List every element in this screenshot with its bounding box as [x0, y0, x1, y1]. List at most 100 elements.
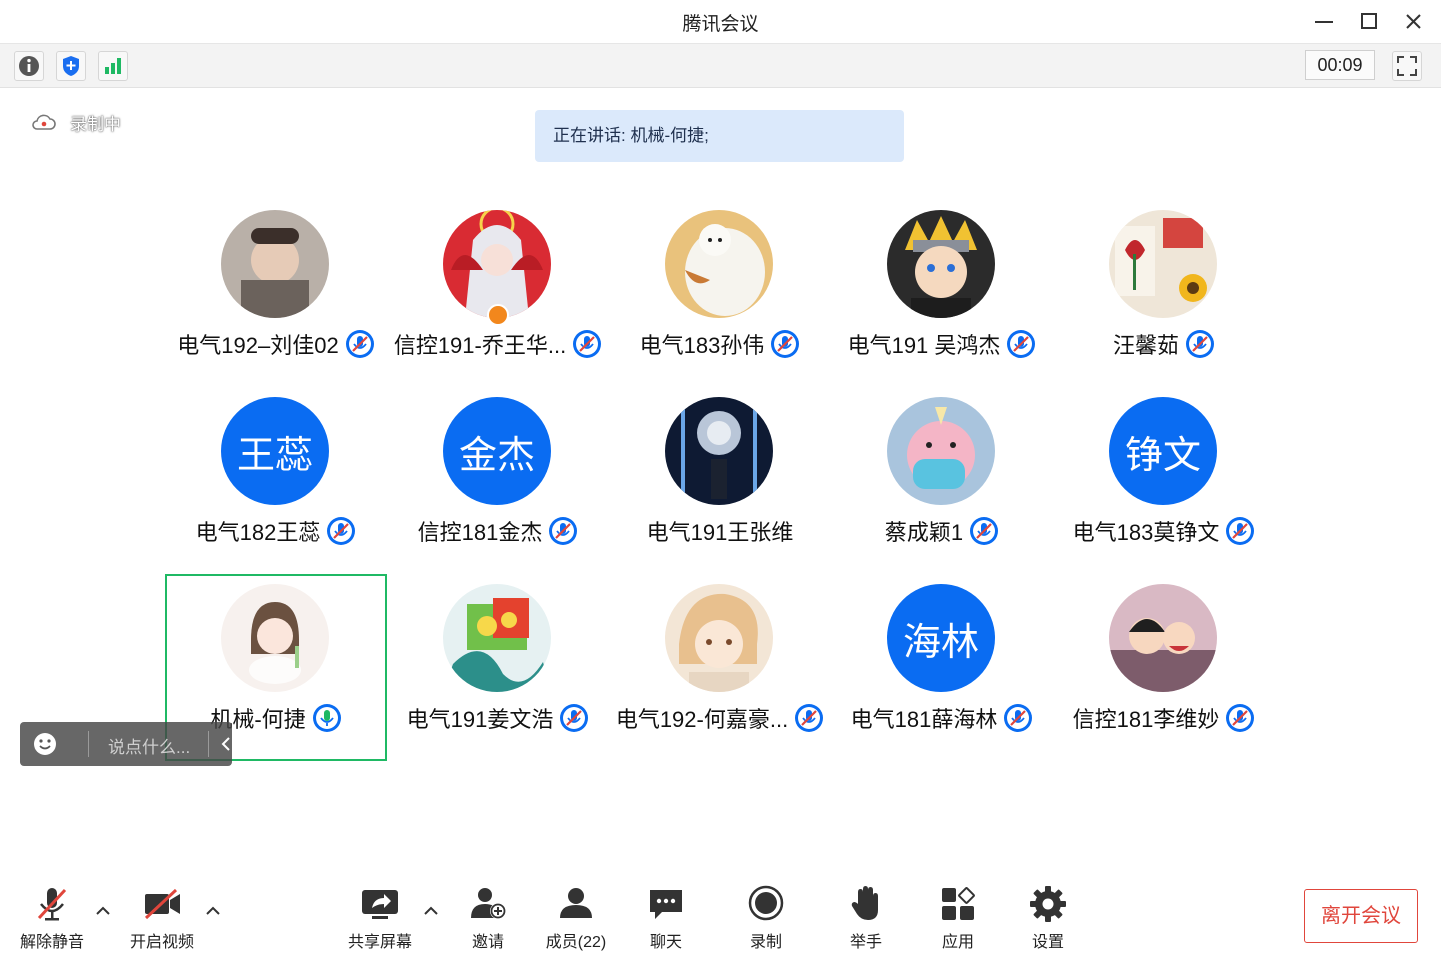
mic-muted-icon[interactable] [1225, 516, 1255, 546]
avatar-initials: 铮文 [1109, 397, 1217, 505]
participant-tile[interactable]: 信控181李维妙 [1053, 574, 1275, 761]
participant-name: 电气191姜文浩 [406, 707, 554, 732]
mic-muted-icon[interactable] [969, 516, 999, 546]
mic-muted-icon[interactable] [770, 329, 800, 359]
avatar [1109, 210, 1217, 318]
info-icon [19, 56, 39, 76]
participant-tile[interactable]: 汪馨茹 [1053, 200, 1275, 387]
recording-indicator: 录制中 [30, 108, 121, 136]
avatar-initials: 金杰 [443, 397, 551, 505]
participant-tile[interactable]: 信控191-乔王华... [387, 200, 609, 387]
fullscreen-icon [1397, 56, 1417, 76]
leave-meeting-button[interactable]: 离开会议 [1304, 889, 1418, 943]
start-video-button[interactable]: 开启视频 [122, 884, 202, 951]
participant-tile[interactable]: 铮文 电气183莫铮文 [1053, 387, 1275, 574]
settings-label: 设置 [1031, 934, 1064, 951]
avatar [1109, 584, 1217, 692]
participant-tile[interactable]: 王蕊 电气182王蕊 [165, 387, 387, 574]
avatar [443, 584, 551, 692]
participant-tile[interactable]: 电气192-何嘉豪... [609, 574, 831, 761]
share-screen-button[interactable]: 共享屏幕 [340, 884, 420, 951]
mic-muted-icon[interactable] [1225, 703, 1255, 733]
network-signal-button[interactable] [98, 51, 128, 81]
mic-muted-icon[interactable] [1185, 329, 1215, 359]
record-label: 录制 [749, 934, 782, 951]
participant-tile[interactable]: 电气183孙伟 [609, 200, 831, 387]
invite-button[interactable]: 邀请 [448, 884, 528, 951]
participant-name: 电气181薛海林 [850, 707, 998, 732]
add-user-icon [471, 888, 506, 919]
chevron-up-icon[interactable] [422, 904, 440, 918]
mic-muted-icon[interactable] [559, 703, 589, 733]
mic-muted-icon[interactable] [548, 516, 578, 546]
raise-hand-button[interactable]: 举手 [826, 884, 906, 951]
divider [88, 731, 89, 757]
chevron-left-icon[interactable] [216, 734, 236, 754]
meeting-info-button[interactable] [14, 51, 44, 81]
participant-name: 信控191-乔王华... [393, 333, 567, 358]
settings-button[interactable]: 设置 [1008, 884, 1088, 951]
avatar-initials: 王蕊 [221, 397, 329, 505]
members-icon [560, 888, 592, 918]
apps-icon [942, 887, 975, 920]
apps-button[interactable]: 应用 [918, 884, 998, 951]
share-screen-label: 共享屏幕 [347, 934, 412, 951]
members-button[interactable]: 成员(22) [536, 884, 616, 951]
mic-muted-icon[interactable] [326, 516, 356, 546]
chevron-up-icon[interactable] [204, 904, 222, 918]
hand-icon [851, 886, 878, 920]
chevron-up-icon[interactable] [94, 904, 112, 918]
close-button[interactable] [1398, 8, 1428, 36]
chat-button[interactable]: 聊天 [626, 884, 706, 951]
maximize-button[interactable] [1354, 8, 1384, 36]
avatar [443, 210, 551, 318]
unmute-button[interactable]: 解除静音 [12, 884, 92, 951]
participant-name: 电气191王张维 [646, 520, 794, 545]
mic-muted-icon[interactable] [572, 329, 602, 359]
mic-muted-icon[interactable] [345, 329, 375, 359]
title-bar: 腾讯会议 [0, 0, 1441, 44]
cloud-icon [32, 114, 56, 130]
divider [208, 731, 209, 757]
security-button[interactable] [56, 51, 86, 81]
participant-tile[interactable]: 电气191姜文浩 [387, 574, 609, 761]
avatar [221, 584, 329, 692]
chat-quick-input[interactable]: 说点什么... [20, 722, 232, 766]
participant-name: 汪馨茹 [1112, 333, 1179, 358]
meeting-toolbar: 解除静音 开启视频 共享屏幕 邀请 成员(22) 聊天 录制 举手 应用 设置 … [0, 870, 1441, 957]
minimize-button[interactable] [1309, 8, 1339, 36]
members-label: 成员(22) [545, 934, 607, 951]
chat-label: 聊天 [649, 934, 682, 951]
minimize-icon [1315, 21, 1333, 23]
record-icon [748, 885, 784, 921]
participant-name: 电气183莫铮文 [1072, 520, 1220, 545]
record-button[interactable]: 录制 [726, 884, 806, 951]
chat-placeholder[interactable]: 说点什么... [108, 733, 190, 758]
participant-name: 蔡成颖1 [884, 520, 964, 545]
raise-hand-label: 举手 [849, 934, 882, 951]
participant-name: 电气192–刘佳02 [177, 333, 339, 358]
speaking-banner: 正在讲话: 机械-何捷; [535, 110, 904, 162]
unmute-label: 解除静音 [19, 934, 84, 951]
start-video-label: 开启视频 [129, 934, 194, 951]
participant-tile[interactable]: 电气192–刘佳02 [165, 200, 387, 387]
mic-muted-icon[interactable] [1003, 703, 1033, 733]
avatar [665, 584, 773, 692]
participant-tile[interactable]: 海林 电气181薛海林 [831, 574, 1053, 761]
avatar [665, 397, 773, 505]
emoji-icon[interactable] [32, 731, 58, 757]
meeting-timer: 00:09 [1305, 50, 1375, 80]
mic-muted-icon[interactable] [1006, 329, 1036, 359]
camera-off-icon [144, 888, 180, 920]
participant-tile[interactable]: 金杰 信控181金杰 [387, 387, 609, 574]
participant-name: 电气182王蕊 [195, 520, 321, 545]
participant-tile[interactable]: 电气191王张维 [609, 387, 831, 574]
avatar [665, 210, 773, 318]
fullscreen-button[interactable] [1392, 51, 1422, 81]
participant-tile[interactable]: 电气191 吴鸿杰 [831, 200, 1053, 387]
mic-speaking-icon[interactable] [312, 703, 342, 733]
participant-name: 电气191 吴鸿杰 [847, 333, 1001, 358]
avatar [221, 210, 329, 318]
mic-muted-icon[interactable] [794, 703, 824, 733]
participant-tile[interactable]: 蔡成颖1 [831, 387, 1053, 574]
